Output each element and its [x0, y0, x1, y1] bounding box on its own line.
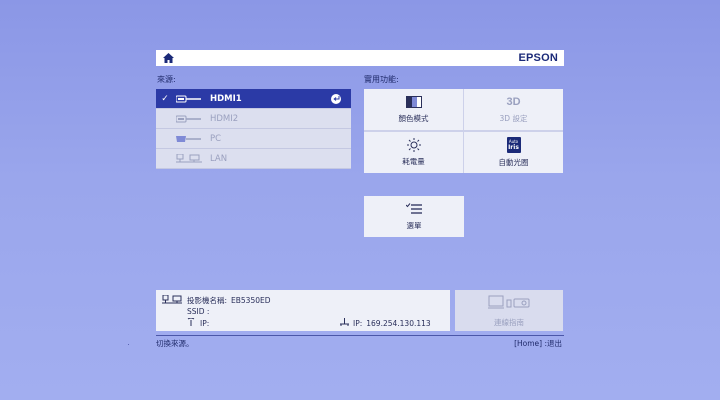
- footer-exit-hint: [Home] :退出: [514, 339, 562, 348]
- wifi-ip-label: IP:: [200, 318, 210, 328]
- menu-label: 選單: [406, 221, 422, 230]
- menu-tile[interactable]: 選單: [364, 196, 464, 237]
- source-item-pc[interactable]: PC: [156, 129, 351, 149]
- network-info-panel: 投影機名稱: EB5350ED SSID : IP: IP: 169.254.1…: [156, 290, 450, 331]
- source-item-hdmi2[interactable]: HDMI2: [156, 109, 351, 129]
- lan-icon: [162, 294, 182, 306]
- color-mode-label: 顏色模式: [398, 114, 429, 123]
- hdmi-icon: [174, 94, 204, 104]
- connection-guide-icon: [488, 294, 530, 313]
- footer-hint: 切換來源。: [156, 339, 194, 348]
- enter-icon: [331, 94, 341, 104]
- top-bar: EPSON: [156, 50, 564, 66]
- connection-guide-label: 連線指南: [494, 317, 524, 327]
- source-item-label: LAN: [210, 153, 228, 164]
- functions-section-label: 實用功能:: [364, 75, 399, 84]
- check-icon: ✓: [161, 93, 169, 104]
- source-list: ✓ HDMI1 HDMI2 PC LAN: [156, 89, 351, 169]
- color-mode-tile[interactable]: 顏色模式: [364, 89, 463, 130]
- 3d-settings-tile[interactable]: 3D 3D 設定: [464, 89, 563, 130]
- ssid-label: SSID :: [187, 307, 210, 316]
- 3d-icon: 3D: [506, 96, 521, 108]
- source-item-label: HDMI2: [210, 113, 239, 124]
- power-consumption-label: 耗電量: [402, 157, 425, 166]
- wired-network-icon: [340, 318, 349, 328]
- wifi-icon: [186, 317, 196, 328]
- source-section-label: 來源:: [157, 75, 176, 84]
- source-item-lan[interactable]: LAN: [156, 149, 351, 169]
- home-icon[interactable]: [162, 52, 174, 64]
- 3d-settings-label: 3D 設定: [499, 114, 528, 123]
- divider: [156, 335, 564, 336]
- color-mode-icon: [405, 95, 423, 109]
- source-item-label: PC: [210, 133, 222, 144]
- auto-iris-tile[interactable]: Auto Iris 自動光圈: [464, 132, 563, 173]
- menu-icon: [405, 202, 423, 216]
- source-item-label: HDMI1: [210, 93, 242, 104]
- function-grid: 顏色模式 3D 3D 設定 耗電量 Auto Iris 自動光圈: [364, 89, 563, 173]
- connection-guide-tile[interactable]: 連線指南: [455, 290, 563, 331]
- auto-iris-icon: Auto Iris: [506, 137, 521, 153]
- source-item-hdmi1[interactable]: ✓ HDMI1: [156, 89, 351, 109]
- projector-name-value: EB5350ED: [231, 296, 271, 305]
- wired-ip-label: IP:: [353, 318, 363, 328]
- epson-logo: EPSON: [518, 52, 558, 64]
- wired-ip-value: 169.254.130.113: [366, 318, 431, 328]
- decorative-dot: [128, 344, 129, 345]
- power-consumption-icon: [405, 138, 423, 152]
- vga-icon: [174, 134, 204, 144]
- auto-iris-label: 自動光圈: [498, 158, 529, 167]
- power-consumption-tile[interactable]: 耗電量: [364, 132, 463, 173]
- lan-icon: [174, 154, 204, 164]
- hdmi-icon: [174, 114, 204, 124]
- projector-name-label: 投影機名稱:: [187, 296, 228, 305]
